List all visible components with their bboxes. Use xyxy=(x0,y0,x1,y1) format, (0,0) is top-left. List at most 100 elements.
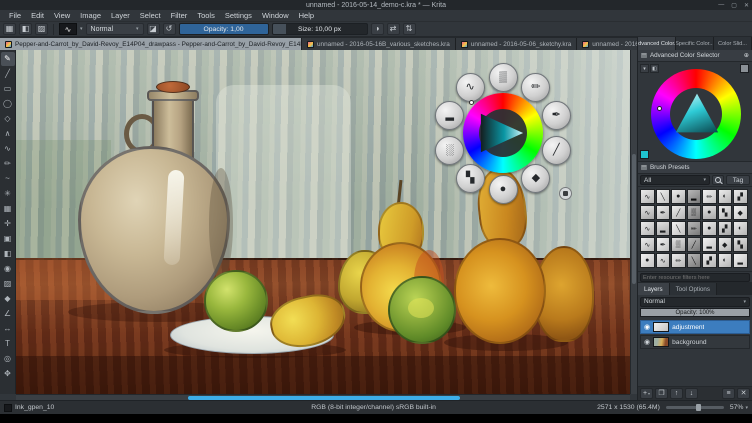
reload-preset-icon[interactable]: ↺ xyxy=(163,23,176,35)
dynamic-brush-tool[interactable]: ~ xyxy=(1,172,15,186)
brush-preset[interactable]: ∿ xyxy=(640,221,655,236)
zoom-slider-handle[interactable] xyxy=(696,404,701,411)
measure-tool[interactable]: ↔ xyxy=(1,322,15,336)
brush-preset[interactable]: ∿ xyxy=(656,253,671,268)
crop-tool[interactable]: ▣ xyxy=(1,232,15,246)
brush-preset[interactable]: ▞ xyxy=(718,221,733,236)
menu-item[interactable]: Window xyxy=(257,11,294,20)
brush-preset[interactable]: ▒ xyxy=(687,205,702,220)
brush-preset[interactable]: ╲ xyxy=(687,253,702,268)
brush-preset[interactable]: ◐ xyxy=(718,189,733,204)
brush-preset[interactable]: ◐ xyxy=(718,253,733,268)
brush-preset[interactable]: ◆ xyxy=(733,205,748,220)
brush-preset[interactable]: ● xyxy=(702,221,717,236)
document-tab[interactable]: unnamed - 2016-05-16B_various_sketches.k… xyxy=(302,38,456,50)
brush-preset[interactable]: ▂ xyxy=(656,221,671,236)
zoom-tool[interactable]: ◎ xyxy=(1,352,15,366)
titlebar[interactable]: unnamed - 2016-05-14_demo-c.kra * — Krit… xyxy=(0,0,752,10)
brush-preset[interactable]: ▚ xyxy=(718,205,733,220)
workspaces-icon[interactable]: ▦ xyxy=(3,23,16,35)
document-tab[interactable]: unnamed - 2016-05-14_demo-c.kra xyxy=(577,38,637,50)
menu-item[interactable]: File xyxy=(4,11,26,20)
zoom-level[interactable]: 57% ▾ xyxy=(730,404,748,411)
gradients-icon[interactable]: ◧ xyxy=(19,23,32,35)
palette-brush-preset[interactable]: ╱ xyxy=(542,136,571,165)
tag-button[interactable]: Tag xyxy=(726,175,750,185)
document-tab[interactable]: unnamed - 2016-05-06_sketchy.kra xyxy=(456,38,577,50)
current-brush[interactable]: Ink_gpen_10 xyxy=(4,404,150,412)
brush-preset[interactable]: ▒ xyxy=(671,237,686,252)
transform-tool[interactable]: ▦ xyxy=(1,202,15,216)
brush-preset[interactable]: ▂ xyxy=(733,253,748,268)
brush-preset[interactable]: ✏ xyxy=(702,189,717,204)
menu-item[interactable]: Image xyxy=(75,11,106,20)
polygon-tool[interactable]: ◇ xyxy=(1,112,15,126)
brush-preset[interactable]: ∿ xyxy=(640,205,655,220)
brush-preset[interactable]: ▂ xyxy=(702,237,717,252)
selector-type-button[interactable]: ◧ xyxy=(650,64,659,73)
search-icon[interactable] xyxy=(712,175,724,185)
bezier-curve-tool[interactable]: ∿ xyxy=(1,142,15,156)
pattern-edit-tool[interactable]: ▨ xyxy=(1,277,15,291)
visibility-icon[interactable]: ◉ xyxy=(644,339,650,346)
resource-search-input[interactable] xyxy=(640,273,750,282)
layer-row[interactable]: ◉ adjustment xyxy=(640,320,750,334)
assistants-tool[interactable]: ∠ xyxy=(1,307,15,321)
layer-opacity-slider[interactable]: Opacity: 100% xyxy=(640,308,750,317)
brush-preset[interactable]: ∿ xyxy=(640,189,655,204)
minimize-button[interactable]: — xyxy=(718,2,724,8)
close-button[interactable]: ✕ xyxy=(744,2,749,9)
visibility-icon[interactable]: ◉ xyxy=(644,324,650,331)
layer-properties-button[interactable]: ≡ xyxy=(722,388,735,399)
vertical-scrollbar-thumb[interactable] xyxy=(632,154,636,284)
brush-preset[interactable]: ◐ xyxy=(733,221,748,236)
tab-advanced-color-selector[interactable]: Advanced Color... xyxy=(638,37,676,50)
fill-tool[interactable]: ◆ xyxy=(1,292,15,306)
menu-item[interactable]: Layer xyxy=(106,11,135,20)
tab-layers[interactable]: Layers xyxy=(638,283,670,295)
palette-brush-preset[interactable]: ∿ xyxy=(456,73,485,102)
previous-color-swatch[interactable] xyxy=(740,64,749,73)
blending-mode-dropdown[interactable]: Normal ▾ xyxy=(86,23,144,35)
canvas-view[interactable]: ▒✏✒╱◆●▚░▂∿ xyxy=(16,50,630,394)
menu-item[interactable]: Help xyxy=(294,11,319,20)
palette-brush-preset[interactable]: ▒ xyxy=(489,63,518,92)
current-color-swatch[interactable] xyxy=(640,150,649,159)
docker-menu-icon[interactable]: ▤ xyxy=(641,164,647,171)
ellipse-tool[interactable]: ◯ xyxy=(1,97,15,111)
brush-preset[interactable]: ▚ xyxy=(733,237,748,252)
freehand-path-tool[interactable]: ✏ xyxy=(1,157,15,171)
settings-icon[interactable]: ⊕ xyxy=(744,52,749,59)
add-layer-button[interactable]: + ▾ xyxy=(640,388,653,399)
layer-blending-dropdown[interactable]: Normal ▾ xyxy=(640,297,750,307)
menu-item[interactable]: Select xyxy=(135,11,166,20)
brush-preset[interactable]: ✏ xyxy=(671,253,686,268)
freehand-brush-tool[interactable]: ✎ xyxy=(1,52,15,66)
brush-preset[interactable]: ● xyxy=(640,253,655,268)
brush-preset[interactable]: ▞ xyxy=(733,189,748,204)
line-tool[interactable]: ╱ xyxy=(1,67,15,81)
palette-brush-preset[interactable]: ▚ xyxy=(456,164,485,193)
tab-tool-options[interactable]: Tool Options xyxy=(670,283,717,295)
zoom-slider[interactable] xyxy=(666,406,724,409)
move-layer-down-button[interactable]: ↓ xyxy=(685,388,698,399)
palette-brush-preset[interactable]: ✏ xyxy=(521,73,550,102)
opacity-slider[interactable]: Opacity: 1,00 xyxy=(179,23,269,35)
menu-item[interactable]: Filter xyxy=(166,11,193,20)
tab-color-sliders[interactable]: Color Slid... xyxy=(714,37,752,50)
menu-item[interactable]: View xyxy=(49,11,75,20)
selector-shape-button[interactable]: ▾ xyxy=(640,64,649,73)
mirror-horizontal-icon[interactable]: ⇄ xyxy=(387,23,400,35)
tab-specific-color-selector[interactable]: Specific Color... xyxy=(676,37,714,50)
brush-preset[interactable]: ✒ xyxy=(656,205,671,220)
palette-tag-button[interactable] xyxy=(559,187,572,200)
chevron-down-icon[interactable]: ▾ xyxy=(80,26,83,32)
brush-preset[interactable]: ╱ xyxy=(671,205,686,220)
delete-layer-button[interactable]: ✕ xyxy=(737,388,750,399)
layer-row[interactable]: ◉ background xyxy=(640,335,750,349)
brush-preset[interactable]: ✏ xyxy=(687,221,702,236)
brush-preset[interactable]: ╲ xyxy=(671,221,686,236)
duplicate-layer-button[interactable]: ❐ xyxy=(655,388,668,399)
brush-preset[interactable]: ╲ xyxy=(656,189,671,204)
brush-preset[interactable]: ● xyxy=(671,189,686,204)
